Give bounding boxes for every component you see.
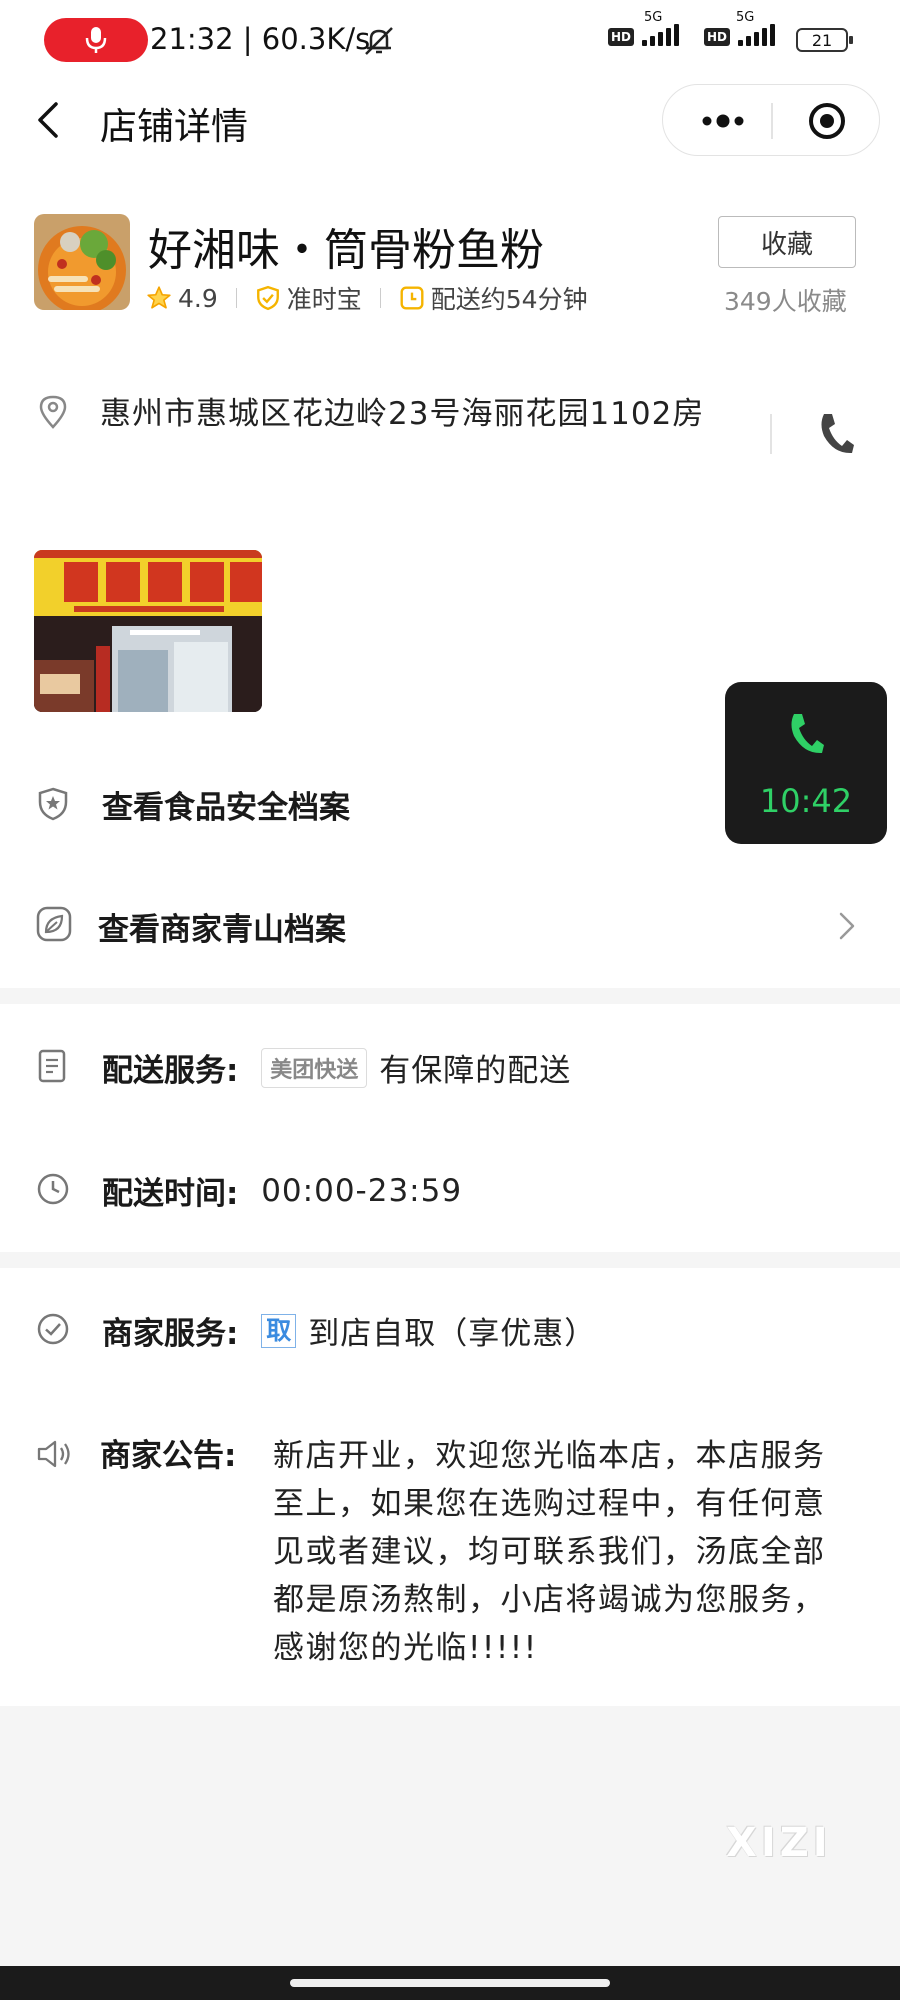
announcement-label: 商家公告: bbox=[100, 1438, 237, 1474]
star-icon bbox=[147, 286, 171, 309]
delivery-hours-value: 00:00-23:59 bbox=[261, 1172, 463, 1209]
recording-indicator[interactable] bbox=[44, 18, 148, 62]
section-divider bbox=[0, 1252, 900, 1268]
nav-bar: 店铺详情 bbox=[0, 80, 900, 160]
signal-bars-icon bbox=[738, 24, 776, 46]
shop-name: 好湘味・筒骨粉鱼粉 bbox=[148, 225, 544, 276]
check-circle-icon bbox=[37, 1313, 69, 1345]
storefront-photo[interactable] bbox=[34, 550, 262, 712]
meituan-express-tag: 美团快送 bbox=[261, 1047, 368, 1088]
battery-icon: 21 bbox=[796, 28, 853, 52]
speaker-icon bbox=[37, 1440, 70, 1468]
location-pin-icon bbox=[39, 395, 67, 429]
on-time-badge: 准时宝 bbox=[255, 280, 362, 316]
silent-mode-icon bbox=[365, 27, 393, 55]
hd-badge: HD bbox=[704, 28, 731, 46]
on-time-label: 准时宝 bbox=[286, 285, 362, 314]
food-safety-link[interactable]: 查看食品安全档案 bbox=[102, 782, 350, 827]
delivery-service-row: 配送服务: 美团快送 有保障的配送 bbox=[102, 1045, 571, 1090]
shop-meta: 4.9 准时宝 配送约54分钟 bbox=[146, 280, 588, 316]
leaf-icon bbox=[36, 906, 72, 942]
shield-check-icon bbox=[256, 285, 279, 311]
delivery-service-label: 配送服务: bbox=[102, 1053, 239, 1089]
back-icon[interactable] bbox=[30, 98, 70, 142]
hd-badge: HD bbox=[608, 28, 635, 46]
rating: 4.9 bbox=[146, 284, 218, 313]
clock-icon bbox=[37, 1173, 69, 1205]
capsule-divider bbox=[771, 103, 773, 139]
delivery-eta-label: 配送约54分钟 bbox=[430, 285, 588, 314]
close-mini-program-icon[interactable] bbox=[807, 101, 847, 141]
shield-star-icon bbox=[38, 787, 68, 821]
delivery-hours-row: 配送时间: 00:00-23:59 bbox=[102, 1168, 462, 1213]
merchant-service-value: 到店自取（享优惠） bbox=[308, 1316, 597, 1352]
call-phone-icon bbox=[791, 714, 824, 754]
status-bar: 21:32 | 60.3K/s HD 5G HD 5G 21 bbox=[0, 0, 900, 78]
phone-icon[interactable] bbox=[816, 410, 856, 456]
gesture-navigation-bar bbox=[0, 1966, 900, 2000]
shop-thumbnail[interactable] bbox=[34, 214, 130, 310]
call-duration: 10:42 bbox=[759, 782, 853, 820]
noodle-bowl-image bbox=[34, 214, 130, 310]
microphone-icon bbox=[85, 27, 107, 53]
page-title: 店铺详情 bbox=[100, 105, 248, 148]
section-divider bbox=[0, 988, 900, 1004]
network-label: 5G bbox=[644, 10, 663, 25]
pickup-tag: 取 bbox=[261, 1313, 297, 1348]
merchant-service-row: 商家服务: 取到店自取（享优惠） bbox=[102, 1308, 596, 1353]
meta-separator bbox=[379, 288, 381, 308]
green-archive-link[interactable]: 查看商家青山档案 bbox=[98, 904, 346, 949]
delivery-eta: 配送约54分钟 bbox=[399, 280, 588, 316]
page: 21:32 | 60.3K/s HD 5G HD 5G 21 店铺详情 好湘味・… bbox=[0, 0, 900, 2000]
meta-separator bbox=[235, 288, 237, 308]
more-icon[interactable] bbox=[693, 109, 753, 133]
delivery-hours-label: 配送时间: bbox=[102, 1176, 239, 1212]
signal-bars-icon bbox=[642, 24, 680, 46]
merchant-service-label: 商家服务: bbox=[102, 1316, 239, 1352]
address-divider bbox=[770, 414, 772, 454]
shop-address[interactable]: 惠州市惠城区花边岭23号海丽花园1102房 bbox=[100, 390, 740, 438]
delivery-service-value: 有保障的配送 bbox=[379, 1053, 572, 1089]
favorite-button[interactable]: 收藏 bbox=[718, 216, 856, 268]
network-label: 5G bbox=[736, 10, 755, 25]
ongoing-call-widget[interactable]: 10:42 bbox=[725, 682, 887, 844]
mini-program-capsule bbox=[662, 84, 880, 156]
document-icon bbox=[38, 1049, 66, 1083]
home-indicator[interactable] bbox=[290, 1979, 610, 1987]
signal-sim2: HD 5G bbox=[704, 10, 776, 46]
announcement-text: 新店开业，欢迎您光临本店，本店服务至上，如果您在选购过程中，有任何意见或者建议，… bbox=[273, 1438, 826, 1666]
rating-value: 4.9 bbox=[178, 283, 218, 313]
clock-badge-icon bbox=[400, 286, 424, 310]
watermark-logo: XIZI bbox=[726, 1820, 832, 1866]
storefront-image bbox=[34, 550, 262, 712]
chevron-right-icon[interactable] bbox=[836, 910, 858, 942]
favorite-count: 349人收藏 bbox=[724, 287, 847, 316]
signal-sim1: HD 5G bbox=[608, 10, 680, 46]
status-time-speed: 21:32 | 60.3K/s bbox=[150, 22, 371, 56]
